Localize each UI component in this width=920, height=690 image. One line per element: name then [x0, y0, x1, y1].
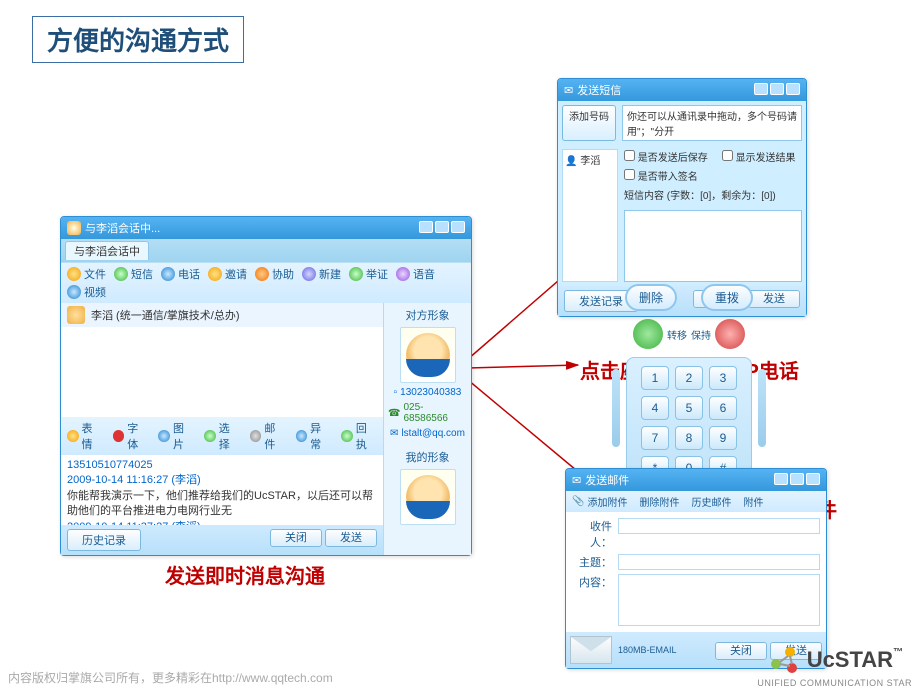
mail-title-icon: ✉ — [572, 474, 581, 487]
call-transfer-icon[interactable] — [633, 319, 663, 349]
mail-subject-label: 主题： — [572, 554, 612, 570]
slide-title: 方便的沟通方式 — [47, 21, 229, 58]
key-5[interactable]: 5 — [675, 396, 703, 420]
annotation-im: 发送即时消息沟通 — [165, 560, 325, 589]
tb-invite[interactable]: 邀请 — [208, 266, 247, 282]
mail-add-attach[interactable]: 📎 添加附件 — [572, 494, 627, 509]
self-avatar-label: 我的形象 — [406, 449, 450, 465]
mail-window-controls[interactable] — [772, 473, 820, 488]
tb-new[interactable]: 新建 — [302, 266, 341, 282]
mtb-abnormal[interactable]: 异常 — [296, 420, 332, 452]
mail-history[interactable]: 历史邮件 — [691, 494, 731, 509]
recipient-list[interactable]: 👤 李滔 — [562, 149, 618, 282]
tb-voice[interactable]: 语音 — [396, 266, 435, 282]
mtb-receipt[interactable]: 回执 — [341, 420, 377, 452]
other-avatar-label: 对方形象 — [406, 307, 450, 323]
mail-size-label: 180MB-EMAIL — [618, 645, 677, 655]
chat-window-title: 与李滔会话中... — [85, 220, 160, 236]
mail-subject-input[interactable] — [618, 554, 820, 570]
key-9[interactable]: 9 — [709, 426, 737, 450]
mail-body-label: 内容： — [572, 574, 612, 590]
phone-icon: ☎ — [388, 408, 400, 419]
footer-copyright: 内容版权归掌旗公司所有，更多精彩在http://www.qqtech.com — [8, 669, 333, 686]
chat-window: 与李滔会话中... 与李滔会话中 文件 短信 电话 邀请 协助 新建 举证 语音… — [60, 216, 472, 556]
contact-name: 李滔 (统一通信/掌旗技术/总办) — [91, 307, 240, 323]
key-3[interactable]: 3 — [709, 366, 737, 390]
key-8[interactable]: 8 — [675, 426, 703, 450]
opt-save[interactable]: 是否发送后保存 — [624, 149, 708, 164]
contact-avatar-sm — [67, 306, 85, 324]
sms-window: ✉发送短信 添加号码 你还可以从通讯录中拖动，多个号码请用"；"分开 👤 李滔 … — [557, 78, 807, 317]
key-6[interactable]: 6 — [709, 396, 737, 420]
dial-redial-button[interactable]: 重拨 — [701, 284, 753, 311]
keypad: 1 2 3 4 5 6 7 8 9 * 0 # — [641, 366, 737, 480]
tb-sms[interactable]: 短信 — [114, 266, 153, 282]
sms-hint: 你还可以从通讯录中拖动，多个号码请用"；"分开 — [622, 105, 802, 141]
tb-video[interactable]: 视频 — [67, 284, 106, 300]
tb-phone[interactable]: 电话 — [161, 266, 200, 282]
sms-window-title: 发送短信 — [577, 82, 621, 98]
history-button[interactable]: 历史记录 — [67, 529, 141, 551]
mtb-mail[interactable]: 邮件 — [250, 420, 286, 452]
key-2[interactable]: 2 — [675, 366, 703, 390]
add-number-button[interactable]: 添加号码 — [562, 105, 616, 141]
tb-file[interactable]: 文件 — [67, 266, 106, 282]
opt-showrecv[interactable]: 显示发送结果 — [722, 149, 796, 164]
pad-handle-right — [758, 369, 766, 447]
message-log: 13510510774025 2009-10-14 11:16:27 (李滔) … — [61, 455, 383, 525]
key-1[interactable]: 1 — [641, 366, 669, 390]
hold-label: 保持 — [691, 327, 711, 342]
sms-window-controls[interactable] — [752, 83, 800, 98]
tb-assist[interactable]: 协助 — [255, 266, 294, 282]
mtb-select[interactable]: 选择 — [204, 420, 240, 452]
sms-body-input[interactable] — [624, 210, 802, 282]
mtb-font[interactable]: 字体 — [113, 420, 149, 452]
chat-toolbar: 文件 短信 电话 邀请 协助 新建 举证 语音 视频 — [61, 262, 471, 303]
mail-to-input[interactable] — [618, 518, 820, 534]
call-hangup-icon[interactable] — [715, 319, 745, 349]
transfer-label: 转移 — [667, 327, 687, 342]
tel-link[interactable]: ☎025-68586566 — [388, 402, 467, 424]
email-link[interactable]: ✉lstalt@qq.com — [390, 428, 465, 439]
key-4[interactable]: 4 — [641, 396, 669, 420]
pad-handle-left — [612, 369, 620, 447]
mail-window-title: 发送邮件 — [585, 472, 629, 488]
mtb-emoji[interactable]: 表情 — [67, 420, 103, 452]
mail-body-input[interactable] — [618, 574, 820, 626]
opt-sign[interactable]: 是否带入签名 — [624, 168, 698, 183]
chat-close-button[interactable]: 关闭 — [270, 529, 322, 547]
mobile-link[interactable]: ▫13023040383 — [394, 387, 462, 398]
mail-window: ✉ 发送邮件 📎 添加附件 删除附件 历史邮件 附件 收件人： 主题： 内容： 1… — [565, 468, 827, 669]
sms-icon: ✉ — [564, 84, 573, 97]
chat-send-button[interactable]: 发送 — [325, 529, 377, 547]
conversation-area — [61, 327, 383, 417]
chat-tab[interactable]: 与李滔会话中 — [65, 241, 149, 260]
tb-evidence[interactable]: 举证 — [349, 266, 388, 282]
app-icon — [67, 221, 81, 235]
mail-attach[interactable]: 附件 — [743, 494, 763, 509]
slide-title-box: 方便的沟通方式 — [32, 16, 244, 63]
key-7[interactable]: 7 — [641, 426, 669, 450]
envelope-icon — [570, 636, 612, 664]
mail-del-attach[interactable]: 删除附件 — [639, 494, 679, 509]
brand-logo: UcSTAR™ UNIFIED COMMUNICATION STAR — [757, 642, 912, 688]
mail-icon: ✉ — [390, 428, 398, 439]
dial-delete-button[interactable]: 删除 — [625, 284, 677, 311]
mail-to-label: 收件人： — [572, 518, 612, 550]
mobile-icon: ▫ — [394, 387, 398, 398]
other-avatar — [400, 327, 456, 383]
sms-count-label: 短信内容 (字数：[0]，剩余为：[0]) — [624, 187, 802, 202]
window-controls[interactable] — [417, 221, 465, 236]
self-avatar — [400, 469, 456, 525]
mtb-image[interactable]: 图片 — [158, 420, 194, 452]
